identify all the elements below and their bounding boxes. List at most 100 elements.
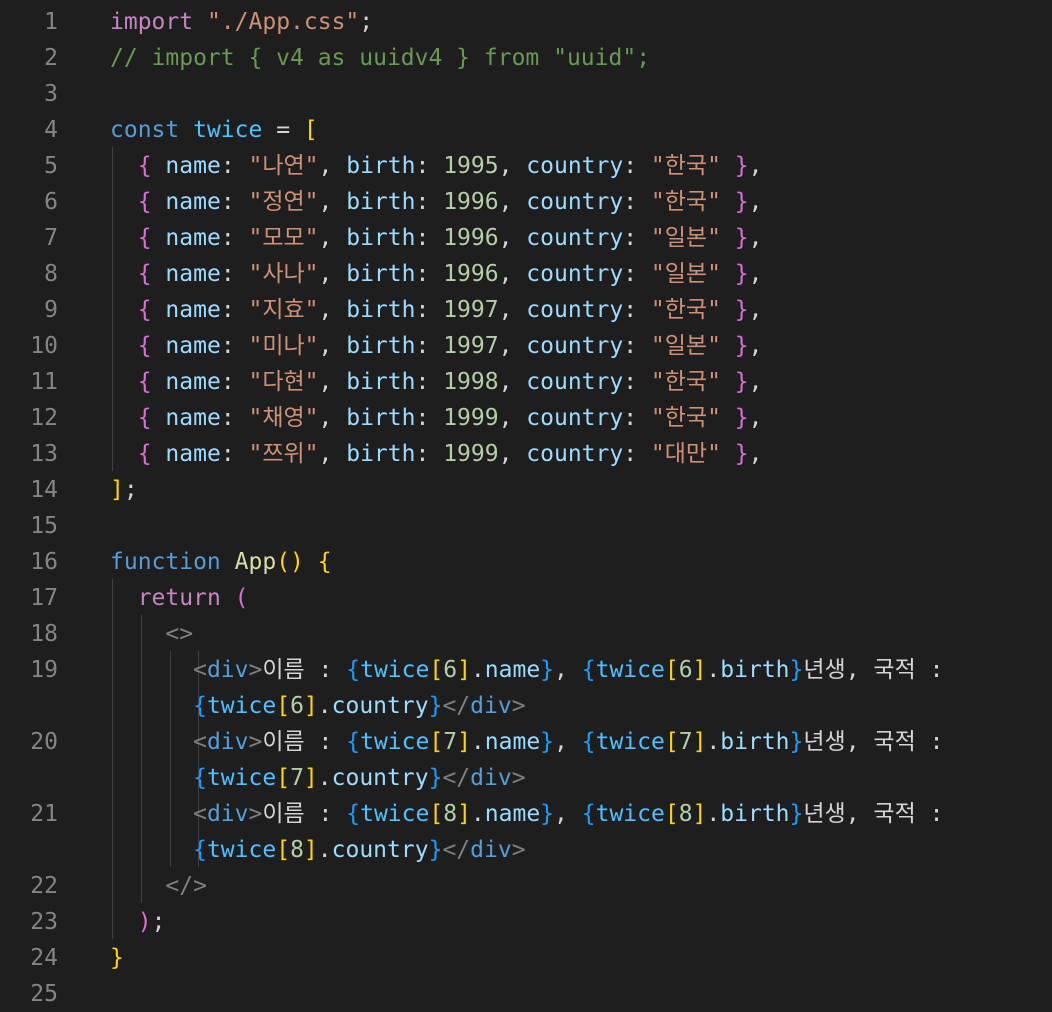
code-line: 20 <div>이름 : {twice[7].name}, {twice[7].…: [0, 724, 1052, 760]
line-number: 1: [44, 9, 58, 35]
code-line-wrap: {twice[6].country}</div>: [0, 688, 1052, 724]
tag-punctuation: </: [442, 837, 471, 863]
property-key: country: [526, 153, 624, 179]
code-editor[interactable]: 1 import "./App.css"; 2 // import { v4 a…: [0, 0, 1052, 1007]
property-key: name: [165, 441, 221, 467]
bracket: ]: [303, 837, 318, 863]
line-number: 4: [44, 117, 58, 143]
code-text: const twice = [: [110, 112, 318, 148]
bracket: }: [734, 189, 749, 215]
bracket: ]: [457, 801, 471, 827]
code-line: 2 // import { v4 as uuidv4 } from "uuid"…: [0, 40, 1052, 76]
bracket: }: [734, 369, 749, 395]
code-text: return (: [110, 580, 249, 616]
member-country: "대만": [650, 441, 721, 467]
code-text: import "./App.css";: [110, 4, 373, 40]
property-key: country: [526, 333, 624, 359]
property-key: birth: [346, 225, 416, 251]
bracket: (): [276, 549, 304, 575]
jsx-text: 이름 :: [262, 729, 347, 755]
code-text: { name: "채영", birth: 1999, country: "한국"…: [137, 405, 763, 431]
code-text: ];: [110, 472, 138, 508]
code-line: 9 { name: "지효", birth: 1997, country: "한…: [0, 292, 1052, 328]
bracket: [: [429, 801, 444, 827]
bracket: }: [540, 657, 555, 683]
code-line: 8 { name: "사나", birth: 1996, country: "일…: [0, 256, 1052, 292]
line-number: 14: [30, 477, 58, 503]
tag-punctuation: >: [511, 837, 526, 863]
bracket: [: [276, 765, 291, 791]
tag-punctuation: <: [193, 801, 207, 827]
variable: twice: [193, 117, 263, 143]
line-number: 18: [30, 621, 58, 647]
line-number: 9: [44, 297, 58, 323]
jsx-text: 이름 :: [262, 801, 347, 827]
line-number: 6: [44, 189, 58, 215]
code-line: 14 ];: [0, 472, 1052, 508]
bracket: {: [193, 837, 207, 863]
property-key: birth: [346, 261, 416, 287]
tag-punctuation: <: [193, 657, 207, 683]
member-birth: 1996: [443, 225, 499, 251]
member-name: "다현": [248, 369, 319, 395]
bracket: }: [540, 729, 555, 755]
code-line: 22 </>: [0, 868, 1052, 904]
bracket: {: [581, 729, 596, 755]
jsx-text: 년생, 국적 :: [803, 657, 944, 683]
index: 8: [290, 837, 304, 863]
member-country: "한국": [650, 297, 721, 323]
property: country: [331, 693, 429, 719]
line-number: 2: [44, 45, 58, 71]
line-number: 5: [44, 153, 58, 179]
code-line: 25: [0, 976, 1052, 1012]
bracket: }: [428, 837, 443, 863]
bracket: }: [734, 333, 749, 359]
member-birth: 1995: [443, 153, 499, 179]
property: name: [484, 657, 541, 683]
code-text: {twice[8].country}</div>: [193, 837, 526, 863]
bracket: [: [429, 729, 444, 755]
tag-name: div: [206, 657, 249, 683]
bracket: [: [664, 801, 679, 827]
bracket: {: [137, 405, 152, 431]
tag-punctuation: >: [248, 801, 263, 827]
line-number: 8: [44, 261, 58, 287]
bracket: {: [346, 729, 361, 755]
property-key: birth: [346, 189, 416, 215]
bracket: {: [193, 765, 207, 791]
code-text: { name: "나연", birth: 1995, country: "한국"…: [137, 153, 763, 179]
property-key: country: [526, 261, 624, 287]
property: birth: [720, 657, 790, 683]
bracket: [: [664, 657, 679, 683]
index: 6: [678, 657, 693, 683]
bracket: (: [234, 585, 249, 611]
bracket: }: [428, 693, 443, 719]
member-birth: 1999: [443, 405, 499, 431]
member-country: "일본": [650, 261, 721, 287]
variable: twice: [206, 837, 277, 863]
code-text: </>: [110, 868, 207, 904]
index: 8: [443, 801, 458, 827]
member-name: "사나": [248, 261, 319, 287]
fragment-open: <>: [165, 621, 194, 647]
index: 7: [678, 729, 693, 755]
property-key: birth: [346, 369, 416, 395]
tag-name: div: [470, 837, 512, 863]
code-line: 11 { name: "다현", birth: 1998, country: "…: [0, 364, 1052, 400]
code-text: { name: "모모", birth: 1996, country: "일본"…: [137, 225, 763, 251]
line-number: 20: [30, 729, 58, 755]
code-text: {twice[6].country}</div>: [193, 693, 526, 719]
property-key: country: [526, 297, 624, 323]
punctuation: ;: [359, 9, 374, 35]
member-name: "정연": [248, 189, 319, 215]
code-text: { name: "쯔위", birth: 1999, country: "대만"…: [137, 441, 763, 467]
code-text: { name: "미나", birth: 1997, country: "일본"…: [137, 333, 763, 359]
bracket: {: [137, 153, 152, 179]
bracket: }: [734, 261, 749, 287]
bracket: {: [137, 369, 152, 395]
property-key: birth: [346, 153, 416, 179]
bracket: }: [110, 945, 124, 971]
member-name: "나연": [248, 153, 319, 179]
code-text: <div>이름 : {twice[8].name}, {twice[8].bir…: [193, 801, 944, 827]
code-line: 7 { name: "모모", birth: 1996, country: "일…: [0, 220, 1052, 256]
